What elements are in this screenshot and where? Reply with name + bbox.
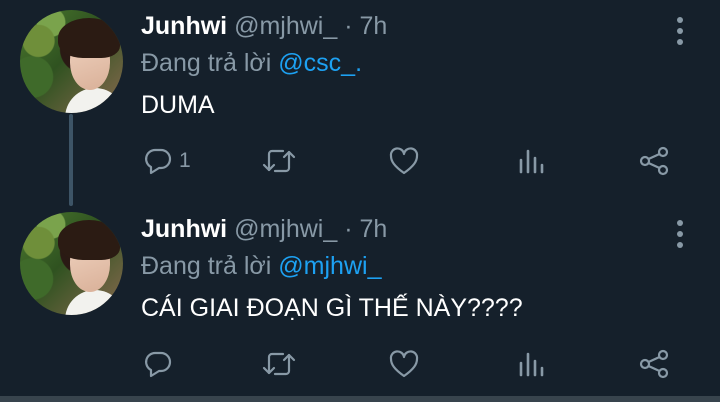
more-icon[interactable] bbox=[670, 14, 690, 48]
avatar[interactable] bbox=[20, 10, 123, 113]
divider bbox=[0, 396, 720, 402]
separator-dot: · bbox=[344, 12, 353, 40]
stats-button[interactable] bbox=[516, 141, 546, 181]
retweet-button[interactable] bbox=[260, 141, 298, 181]
timestamp[interactable]: 7h bbox=[359, 12, 387, 40]
avatar-shirt bbox=[65, 88, 123, 113]
more-icon[interactable] bbox=[670, 217, 690, 251]
tweet[interactable]: Junhwi @mjhwi_ · 7h Đang trả lời @csc_. … bbox=[0, 0, 720, 200]
tweet[interactable]: Junhwi @mjhwi_ · 7h Đang trả lời @mjhwi_… bbox=[0, 203, 720, 398]
tweet-text: DUMA bbox=[141, 91, 215, 119]
like-icon bbox=[388, 349, 420, 379]
reply-button[interactable]: 1 bbox=[143, 141, 191, 181]
stats-icon bbox=[516, 146, 546, 176]
replying-to-label: Đang trả lời bbox=[141, 49, 272, 77]
reply-icon bbox=[143, 146, 173, 176]
tweet-actions bbox=[0, 344, 720, 384]
like-button[interactable] bbox=[388, 141, 420, 181]
separator-dot: · bbox=[344, 215, 353, 243]
thread-view: Junhwi @mjhwi_ · 7h Đang trả lời @csc_. … bbox=[0, 0, 720, 402]
reply-count: 1 bbox=[179, 149, 191, 172]
tweet-header: Junhwi @mjhwi_ · 7h bbox=[141, 213, 387, 245]
retweet-icon bbox=[260, 146, 298, 176]
user-handle[interactable]: @mjhwi_ bbox=[234, 12, 337, 40]
reply-icon bbox=[143, 349, 173, 379]
avatar[interactable] bbox=[20, 212, 123, 315]
tweet-actions: 1 bbox=[0, 141, 720, 181]
tweet-header: Junhwi @mjhwi_ · 7h bbox=[141, 10, 387, 42]
retweet-icon bbox=[260, 349, 298, 379]
replying-to-line: Đang trả lời @csc_. bbox=[141, 47, 362, 79]
share-button[interactable] bbox=[638, 344, 670, 384]
user-handle[interactable]: @mjhwi_ bbox=[234, 215, 337, 243]
like-button[interactable] bbox=[388, 344, 420, 384]
replying-to-mention[interactable]: @csc_. bbox=[278, 49, 362, 77]
retweet-button[interactable] bbox=[260, 344, 298, 384]
stats-icon bbox=[516, 349, 546, 379]
stats-button[interactable] bbox=[516, 344, 546, 384]
share-button[interactable] bbox=[638, 141, 670, 181]
avatar-hair bbox=[58, 18, 120, 58]
share-icon bbox=[638, 349, 670, 379]
replying-to-line: Đang trả lời @mjhwi_ bbox=[141, 250, 381, 282]
timestamp[interactable]: 7h bbox=[359, 215, 387, 243]
avatar-hair bbox=[58, 220, 120, 260]
reply-button[interactable] bbox=[143, 344, 179, 384]
avatar-shirt bbox=[65, 290, 123, 315]
display-name[interactable]: Junhwi bbox=[141, 12, 227, 40]
replying-to-mention[interactable]: @mjhwi_ bbox=[278, 252, 381, 280]
display-name[interactable]: Junhwi bbox=[141, 215, 227, 243]
like-icon bbox=[388, 146, 420, 176]
replying-to-label: Đang trả lời bbox=[141, 252, 272, 280]
tweet-text: CÁI GIAI ĐOẠN GÌ THẾ NÀY???? bbox=[141, 294, 523, 322]
share-icon bbox=[638, 146, 670, 176]
